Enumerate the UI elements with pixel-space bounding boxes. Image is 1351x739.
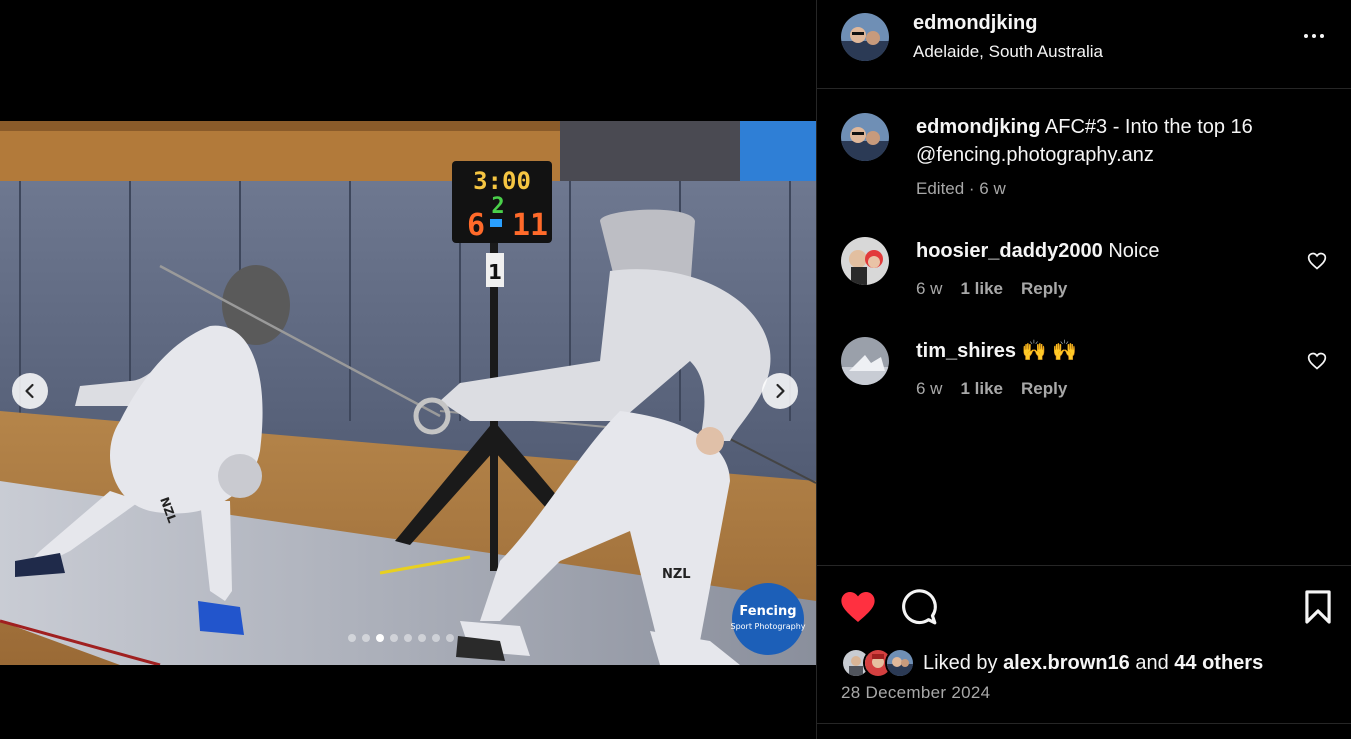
comment-text: 🙌 🙌 bbox=[1021, 340, 1077, 362]
comment-text: Noice bbox=[1108, 240, 1160, 262]
chevron-left-icon bbox=[25, 383, 34, 399]
caption-author-avatar[interactable] bbox=[841, 113, 889, 161]
post-location[interactable]: Adelaide, South Australia bbox=[913, 42, 1103, 62]
scoreboard-right: 11 bbox=[512, 208, 548, 243]
carousel-prev-button[interactable] bbox=[12, 373, 48, 409]
carousel-dot bbox=[390, 634, 398, 642]
commenter-avatar[interactable] bbox=[841, 337, 889, 385]
first-liker-link[interactable]: alex.brown16 bbox=[1003, 652, 1130, 674]
carousel-indicator bbox=[348, 634, 454, 642]
post-actions: Liked by alex.brown16 and 44 others 28 D… bbox=[817, 565, 1351, 739]
comment-username[interactable]: hoosier_daddy2000 bbox=[916, 240, 1103, 262]
likes-summary: Liked by alex.brown16 and 44 others bbox=[841, 648, 1263, 678]
liked-by-joiner: and bbox=[1135, 651, 1169, 674]
carousel-dot bbox=[432, 634, 440, 642]
carousel-dot-active bbox=[376, 634, 384, 642]
carousel-dot bbox=[404, 634, 412, 642]
comment-meta: 6 w 1 like Reply bbox=[916, 279, 1067, 299]
others-likes-link[interactable]: 44 others bbox=[1174, 652, 1263, 674]
heart-filled-icon[interactable] bbox=[839, 588, 877, 626]
comment-item: tim_shires 🙌 🙌 6 w 1 like Reply bbox=[841, 337, 1341, 407]
comment-meta: 6 w 1 like Reply bbox=[916, 379, 1067, 399]
chevron-right-icon bbox=[776, 383, 785, 399]
comment-age: 6 w bbox=[916, 379, 943, 398]
liked-by-prefix: Liked by bbox=[923, 651, 998, 674]
caption-edited-age: Edited · 6 w bbox=[916, 179, 1006, 198]
caption-body: edmondjking AFC#3 - Into the top 16 @fen… bbox=[916, 113, 1296, 169]
speech-bubble-icon[interactable] bbox=[900, 588, 938, 626]
svg-text:Fencing: Fencing bbox=[739, 604, 796, 619]
piste-marker-text: 1 bbox=[488, 260, 502, 284]
more-horizontal-icon bbox=[1304, 34, 1308, 38]
post-side-pane: edmondjking Adelaide, South Australia ed… bbox=[816, 0, 1351, 739]
media-pane: 1 3:00 2 6 11 NZL NZL Fencing Sport Phot… bbox=[0, 0, 816, 739]
comment-likes-link[interactable]: 1 like bbox=[960, 379, 1003, 399]
carousel-dot bbox=[362, 634, 370, 642]
carousel-dot bbox=[348, 634, 356, 642]
carousel-next-button[interactable] bbox=[762, 373, 798, 409]
comments-list: edmondjking AFC#3 - Into the top 16 @fen… bbox=[817, 89, 1351, 565]
divider bbox=[817, 723, 1351, 724]
liked-by-text: Liked by alex.brown16 and 44 others bbox=[923, 652, 1263, 675]
scoreboard-period: 2 bbox=[491, 194, 504, 219]
more-options-button[interactable] bbox=[1299, 26, 1329, 46]
carousel-dot bbox=[446, 634, 454, 642]
post-photo[interactable]: 1 3:00 2 6 11 NZL NZL Fencing Sport Phot… bbox=[0, 121, 816, 665]
caption: edmondjking AFC#3 - Into the top 16 @fen… bbox=[841, 113, 1341, 203]
post-header: edmondjking Adelaide, South Australia bbox=[817, 0, 1351, 89]
caption-username[interactable]: edmondjking bbox=[916, 116, 1040, 138]
author-avatar[interactable] bbox=[841, 13, 889, 61]
comment-age: 6 w bbox=[916, 279, 943, 298]
scoreboard-time: 3:00 bbox=[473, 167, 531, 195]
heart-outline-icon[interactable] bbox=[1307, 251, 1327, 271]
comment-reply-button[interactable]: Reply bbox=[1021, 279, 1067, 299]
caption-meta: Edited · 6 w bbox=[916, 179, 1006, 199]
post-date[interactable]: 28 December 2024 bbox=[841, 683, 990, 703]
liker-avatars bbox=[841, 648, 919, 678]
commenter-avatar[interactable] bbox=[841, 237, 889, 285]
svg-text:Sport Photography: Sport Photography bbox=[731, 622, 806, 631]
comment-reply-button[interactable]: Reply bbox=[1021, 379, 1067, 399]
comment-likes-link[interactable]: 1 like bbox=[960, 279, 1003, 299]
heart-outline-icon[interactable] bbox=[1307, 351, 1327, 371]
more-dot bbox=[1320, 34, 1324, 38]
right-suit-label: NZL bbox=[662, 567, 691, 582]
bookmark-icon[interactable] bbox=[1299, 588, 1337, 626]
comment-body: hoosier_daddy2000 Noice bbox=[916, 237, 1296, 265]
comment-item: hoosier_daddy2000 Noice 6 w 1 like Reply bbox=[841, 237, 1341, 307]
comment-body: tim_shires 🙌 🙌 bbox=[916, 337, 1296, 365]
carousel-dot bbox=[418, 634, 426, 642]
more-dot bbox=[1312, 34, 1316, 38]
scoreboard-left: 6 bbox=[467, 208, 485, 243]
comment-username[interactable]: tim_shires bbox=[916, 340, 1016, 362]
liker-avatar[interactable] bbox=[885, 648, 915, 678]
author-username[interactable]: edmondjking bbox=[913, 12, 1037, 35]
